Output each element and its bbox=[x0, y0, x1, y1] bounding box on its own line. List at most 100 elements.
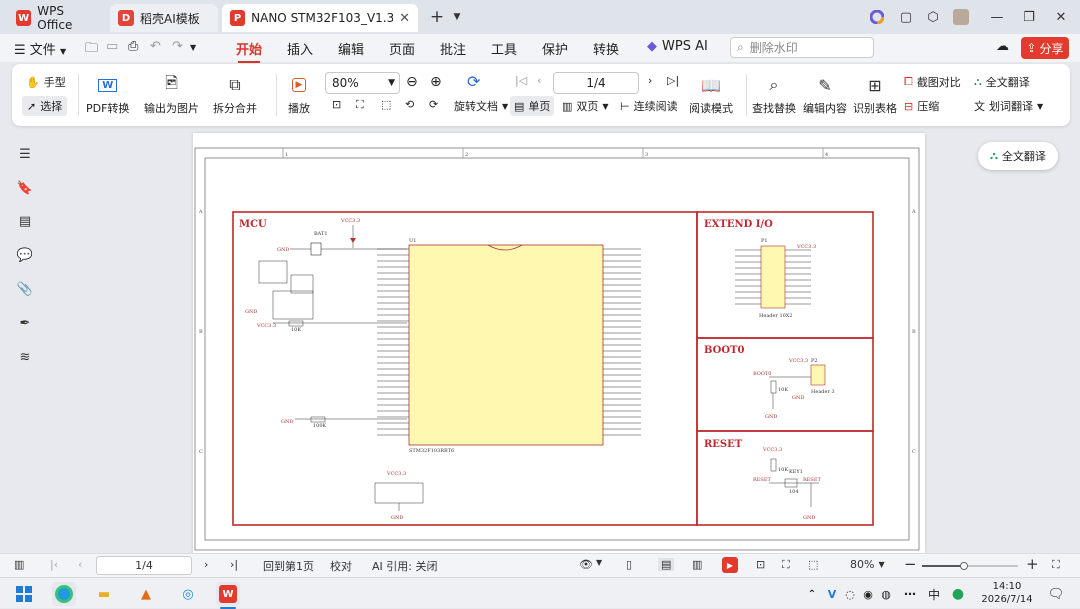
next-page-icon[interactable]: › bbox=[204, 558, 208, 571]
fullscreen-icon[interactable]: ⛶ bbox=[1052, 558, 1060, 572]
prev-page-icon[interactable]: ‹ bbox=[537, 74, 541, 87]
zoom-out-button[interactable]: − bbox=[904, 555, 917, 573]
double-page-button[interactable]: ▥ 双页 ▼ bbox=[562, 98, 609, 114]
layers-icon[interactable]: ≋ bbox=[16, 348, 34, 366]
bookmark-icon[interactable]: 🔖 bbox=[16, 179, 34, 197]
fit-width-icon[interactable]: ⬚ bbox=[381, 98, 391, 111]
zoom-select[interactable]: 80% ▼ bbox=[325, 72, 400, 94]
matlab-icon[interactable]: ▲ bbox=[134, 582, 158, 606]
signature-icon[interactable]: ✒ bbox=[16, 314, 34, 332]
play-icon[interactable]: ▶ bbox=[722, 557, 738, 573]
color-wheel-icon[interactable] bbox=[866, 6, 888, 28]
select-tool-button[interactable]: ➚ 选择 bbox=[22, 96, 68, 116]
tray-lang[interactable]: 中 bbox=[922, 582, 946, 606]
zoom-slider-handle[interactable] bbox=[960, 562, 968, 570]
minimize-icon[interactable]: — bbox=[986, 6, 1008, 28]
fit-page-icon[interactable]: ⛶ bbox=[356, 98, 364, 112]
edit-content-button[interactable]: ✎ 编辑内容 bbox=[803, 74, 847, 116]
page-input[interactable]: 1/4 bbox=[553, 72, 639, 94]
menu-comment[interactable]: 批注 bbox=[440, 39, 466, 58]
app-icon[interactable]: ◎ bbox=[176, 582, 200, 606]
open-folder-icon[interactable]: 🗀 bbox=[85, 39, 98, 61]
full-translate-button[interactable]: ⛬ 全文翻译 bbox=[974, 74, 1030, 90]
clock[interactable]: 14:10 2026/7/14 bbox=[972, 580, 1042, 606]
zoom-in-icon[interactable]: ⊕ bbox=[430, 74, 442, 90]
menu-protect[interactable]: 保护 bbox=[542, 39, 568, 58]
eye-icon[interactable]: 👁 bbox=[579, 558, 593, 571]
word-translate-button[interactable]: 文划词翻译 ▼ bbox=[974, 98, 1043, 114]
zoom-in-button[interactable]: + bbox=[1026, 555, 1039, 573]
menu-edit[interactable]: 编辑 bbox=[338, 39, 364, 58]
file-explorer-icon[interactable]: ▬ bbox=[92, 582, 116, 606]
rotate-left-icon[interactable]: ⟲ bbox=[405, 98, 414, 111]
print-icon[interactable]: ⎙ bbox=[128, 39, 138, 54]
search-box[interactable]: ⌕ 删除水印 bbox=[730, 37, 874, 58]
tray-dots-icon[interactable]: ⋯ bbox=[898, 582, 922, 606]
sidebar-toggle-icon[interactable]: ▥ bbox=[14, 558, 24, 571]
single-view-icon[interactable]: ▯ bbox=[626, 558, 632, 571]
pdf-convert-button[interactable]: W PDF转换 bbox=[86, 74, 129, 116]
actual-size-icon[interactable]: ⊡ bbox=[332, 98, 341, 111]
tab-wps-office[interactable]: W WPS Office bbox=[8, 4, 108, 32]
cloud-sync-icon[interactable]: ☁ bbox=[996, 39, 1009, 54]
actual-size-icon[interactable]: ⬚ bbox=[808, 558, 818, 571]
back-first-page-link[interactable]: 回到第1页 bbox=[263, 558, 314, 574]
next-page-icon[interactable]: › bbox=[648, 74, 652, 87]
recognize-table-button[interactable]: ⊞ 识别表格 bbox=[853, 74, 897, 116]
tab-dropdown-icon[interactable]: ▼ bbox=[446, 6, 468, 28]
tab-docer[interactable]: D 稻壳AI模板 bbox=[110, 4, 218, 32]
more-chevron-icon[interactable]: ▼ bbox=[190, 43, 196, 52]
menu-convert[interactable]: 转换 bbox=[593, 39, 619, 58]
cube-icon[interactable]: ⬡ bbox=[922, 6, 944, 28]
menu-file[interactable]: ☰ 文件 ▼ bbox=[14, 39, 66, 58]
reading-mode-button[interactable]: 📖 阅读模式 bbox=[689, 74, 733, 116]
split-merge-button[interactable]: ⧉ 拆分合并 bbox=[213, 74, 257, 116]
new-tab-button[interactable]: + bbox=[426, 6, 448, 28]
edge-browser-icon[interactable] bbox=[52, 582, 76, 606]
export-image-button[interactable]: 🖻 输出为图片 bbox=[144, 73, 199, 116]
single-page-button[interactable]: ▤ 单页 bbox=[510, 96, 555, 116]
screenshot-compare-button[interactable]: ⧠ 截图对比 bbox=[904, 74, 961, 90]
maximize-icon[interactable]: ❐ bbox=[1018, 6, 1040, 28]
compress-button[interactable]: ⊟ 压缩 bbox=[904, 98, 939, 114]
share-button[interactable]: ⇪ 分享 bbox=[1021, 37, 1069, 59]
save-icon[interactable]: ▭ bbox=[106, 39, 118, 54]
menu-page[interactable]: 页面 bbox=[389, 39, 415, 58]
tab-document[interactable]: P NANO STM32F103_V1.3_SCH.p ✕ bbox=[222, 4, 418, 32]
chevron-down-icon[interactable]: ▼ bbox=[596, 558, 602, 567]
fit-width-icon[interactable]: ⊡ bbox=[756, 558, 765, 571]
rotate-doc-icon[interactable]: ⟳ bbox=[467, 72, 480, 91]
tray-ime-icon[interactable]: ● bbox=[946, 582, 970, 606]
zoom-out-icon[interactable]: ⊖ bbox=[406, 74, 418, 90]
last-page-icon[interactable]: ▷| bbox=[667, 74, 679, 87]
thumbnail-icon[interactable]: ▤ bbox=[16, 212, 34, 230]
close-icon[interactable]: ✕ bbox=[1050, 6, 1072, 28]
hand-tool-button[interactable]: ✋ 手型 bbox=[26, 74, 66, 90]
close-tab-icon[interactable]: ✕ bbox=[399, 11, 410, 26]
double-view-icon[interactable]: ▥ bbox=[692, 558, 702, 571]
attachment-icon[interactable]: 📎 bbox=[16, 280, 34, 298]
redo-icon[interactable]: ↷ bbox=[172, 39, 183, 54]
wps-taskbar-icon[interactable]: W bbox=[216, 582, 240, 606]
menu-home[interactable]: 开始 bbox=[236, 39, 262, 63]
continuous-button[interactable]: ⊢ 连续阅读 bbox=[620, 98, 678, 114]
rotate-right-icon[interactable]: ⟳ bbox=[429, 98, 438, 111]
tray-globe-icon[interactable]: ◍ bbox=[874, 582, 898, 606]
undo-icon[interactable]: ↶ bbox=[150, 39, 161, 54]
status-zoom-select[interactable]: 80% ▼ bbox=[850, 558, 885, 571]
window-icon[interactable]: ▢ bbox=[895, 6, 917, 28]
status-page-input[interactable]: 1/4 bbox=[96, 556, 192, 575]
floating-translate-button[interactable]: ⛬ 全文翻译 bbox=[978, 142, 1058, 170]
menu-wps-ai[interactable]: ◆ WPS AI bbox=[647, 39, 708, 54]
fit-page-icon[interactable]: ⛶ bbox=[782, 558, 790, 572]
first-page-icon[interactable]: |◁ bbox=[515, 74, 527, 87]
last-page-icon[interactable]: ›| bbox=[230, 558, 238, 571]
first-page-icon[interactable]: |‹ bbox=[50, 558, 58, 571]
windows-start-icon[interactable] bbox=[12, 582, 36, 606]
find-replace-button[interactable]: ⌕ 查找替换 bbox=[752, 74, 796, 116]
continuous-view-icon[interactable]: ▤ bbox=[658, 558, 675, 571]
play-button[interactable]: ▶ 播放 bbox=[288, 74, 310, 116]
proofread-button[interactable]: 校对 bbox=[330, 558, 352, 574]
prev-page-icon[interactable]: ‹ bbox=[78, 558, 82, 571]
rotate-doc-button[interactable]: 旋转文档 ▼ bbox=[454, 98, 508, 114]
